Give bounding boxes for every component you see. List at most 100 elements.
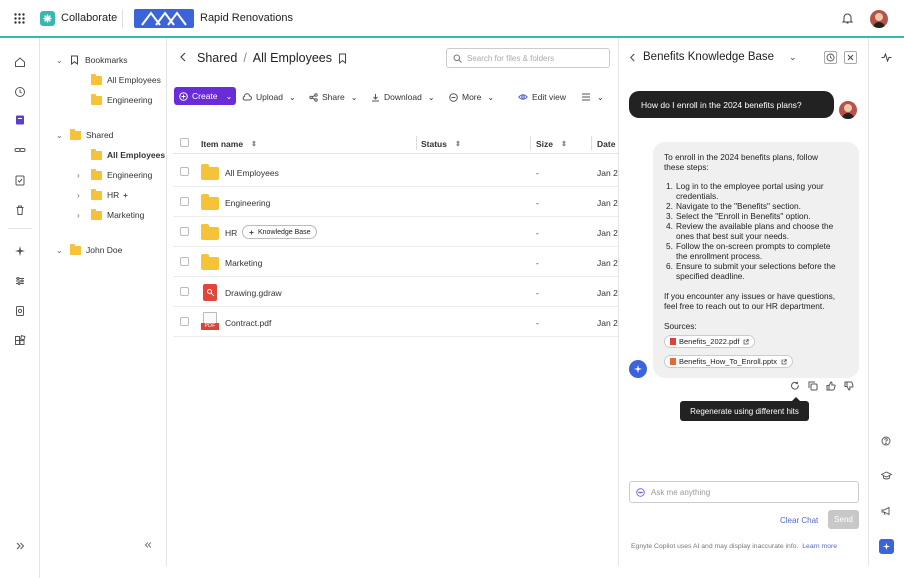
item-name[interactable]: Contract.pdf xyxy=(225,318,271,328)
tree-label: All Employees xyxy=(107,150,166,160)
bell-icon[interactable] xyxy=(842,12,853,24)
item-name[interactable]: Marketing xyxy=(225,258,262,268)
select-all-checkbox[interactable] xyxy=(180,138,189,147)
column-header-name[interactable]: Item name ⇕ xyxy=(201,139,257,149)
clock-icon[interactable] xyxy=(12,84,28,100)
column-divider[interactable] xyxy=(530,136,531,150)
back-icon[interactable] xyxy=(179,52,187,62)
top-bar: Collaborate Rapid Renovations xyxy=(0,0,904,38)
tree-john-doe[interactable]: ⌄ John Doe xyxy=(56,242,122,258)
more-button[interactable]: More ⌄ xyxy=(449,89,494,105)
apps-icon[interactable] xyxy=(12,333,28,349)
source-chip[interactable]: Benefits_2022.pdf xyxy=(664,335,756,348)
breadcrumb-shared[interactable]: Shared xyxy=(197,51,237,65)
collapse-tree-icon[interactable] xyxy=(143,540,153,550)
thumbs-up-icon[interactable] xyxy=(826,381,836,391)
column-divider[interactable] xyxy=(591,136,592,150)
chevron-down-icon[interactable]: ⌄ xyxy=(56,246,66,255)
column-divider[interactable] xyxy=(416,136,417,150)
step-text: Ensure to submit your selections before … xyxy=(676,261,836,271)
table-row[interactable]: Drawing.gdraw - Jan 2 xyxy=(173,277,618,307)
chevron-right-icon[interactable]: › xyxy=(77,211,87,220)
copilot-launcher-icon[interactable] xyxy=(879,539,894,554)
table-row[interactable]: Engineering - Jan 2 xyxy=(173,187,618,217)
avatar[interactable] xyxy=(870,10,888,28)
chevron-right-icon[interactable]: › xyxy=(77,171,87,180)
edit-view-button[interactable]: Edit view xyxy=(518,89,566,105)
download-button[interactable]: Download ⌄ xyxy=(371,89,435,105)
tasks-icon[interactable] xyxy=(12,172,28,188)
tree-item-all-employees[interactable]: All Employees xyxy=(91,147,165,163)
breadcrumb-separator: / xyxy=(243,51,247,65)
files-icon[interactable] xyxy=(12,112,28,128)
create-button[interactable]: Create ⌄ xyxy=(174,87,236,105)
help-icon[interactable] xyxy=(881,436,891,446)
tree-shared[interactable]: ⌄ Shared xyxy=(56,127,113,143)
copy-icon[interactable] xyxy=(808,381,818,391)
learn-more-link[interactable]: Learn more xyxy=(802,543,837,550)
sort-icon: ⇕ xyxy=(561,141,567,148)
send-button[interactable]: Send xyxy=(828,510,859,529)
home-icon[interactable] xyxy=(12,54,28,70)
expand-rail-icon[interactable] xyxy=(12,538,28,554)
megaphone-icon[interactable] xyxy=(881,506,891,516)
link-icon[interactable] xyxy=(12,142,28,158)
thumbs-down-icon[interactable] xyxy=(844,381,854,391)
divider xyxy=(8,228,32,229)
column-header-size[interactable]: Size ⇕ xyxy=(536,139,567,149)
row-checkbox[interactable] xyxy=(180,257,189,266)
chevron-down-icon[interactable]: ⌄ xyxy=(56,131,66,140)
upload-button[interactable]: Upload ⌄ xyxy=(242,89,296,105)
assistant-message: To enroll in the 2024 benefits plans, fo… xyxy=(653,142,859,378)
row-checkbox[interactable] xyxy=(180,227,189,236)
left-rail xyxy=(0,38,40,578)
column-header-status[interactable]: Status ⇕ xyxy=(421,139,461,149)
chevron-down-icon[interactable]: ⌄ xyxy=(56,56,66,65)
share-button[interactable]: Share ⌄ xyxy=(309,89,357,105)
item-name[interactable]: All Employees xyxy=(225,168,279,178)
reports-icon[interactable] xyxy=(12,303,28,319)
history-icon[interactable] xyxy=(824,51,837,64)
source-chip[interactable]: Benefits_How_To_Enroll.pptx xyxy=(664,355,793,368)
copilot-avatar-icon xyxy=(629,360,647,378)
row-checkbox[interactable] xyxy=(180,317,189,326)
chevron-down-icon: ⌄ xyxy=(288,92,296,102)
tree-item-bookmark-engineering[interactable]: Engineering xyxy=(91,92,152,108)
tree-bookmarks[interactable]: ⌄ Bookmarks xyxy=(56,52,128,68)
back-icon[interactable] xyxy=(629,53,636,62)
close-icon[interactable] xyxy=(844,51,857,64)
chat-input[interactable]: Ask me anything xyxy=(629,481,859,503)
list-view-button[interactable]: ⌄ xyxy=(581,89,604,105)
table-row[interactable]: All Employees - Jan 2 xyxy=(173,157,618,187)
clear-chat-link[interactable]: Clear Chat xyxy=(780,516,818,525)
row-checkbox[interactable] xyxy=(180,287,189,296)
tree-item-bookmark-all-employees[interactable]: All Employees xyxy=(91,72,161,88)
regenerate-icon[interactable] xyxy=(790,381,800,391)
chevron-down-icon[interactable]: ⌄ xyxy=(789,52,797,63)
graduation-cap-icon[interactable] xyxy=(881,471,892,481)
tree-item-hr[interactable]: › HR xyxy=(77,187,129,203)
drawing-file-icon xyxy=(203,284,217,301)
table-row[interactable]: PDF Contract.pdf - Jan 2 xyxy=(173,307,618,337)
bookmark-icon[interactable] xyxy=(338,53,347,64)
row-checkbox[interactable] xyxy=(180,197,189,206)
app-grid-icon[interactable] xyxy=(14,13,25,24)
tree-item-marketing[interactable]: › Marketing xyxy=(77,207,144,223)
folder-icon xyxy=(70,128,81,140)
activity-icon[interactable] xyxy=(881,53,892,62)
tree-label: John Doe xyxy=(86,245,123,255)
column-label: Status xyxy=(421,139,447,149)
copilot-sparkle-icon[interactable] xyxy=(12,243,28,259)
row-checkbox[interactable] xyxy=(180,167,189,176)
chevron-right-icon[interactable]: › xyxy=(77,191,87,200)
trash-icon[interactable] xyxy=(12,202,28,218)
item-name[interactable]: Drawing.gdraw xyxy=(225,288,282,298)
search-input[interactable]: Search for files & folders xyxy=(446,48,610,68)
tree-item-engineering[interactable]: › Engineering xyxy=(77,167,152,183)
column-header-date[interactable]: Date xyxy=(597,139,615,149)
settings-sliders-icon[interactable] xyxy=(12,273,28,289)
item-name[interactable]: HR xyxy=(225,228,237,238)
table-row[interactable]: Marketing - Jan 2 xyxy=(173,247,618,277)
item-name[interactable]: Engineering xyxy=(225,198,270,208)
table-row[interactable]: HR Knowledge Base - Jan 2 xyxy=(173,217,618,247)
